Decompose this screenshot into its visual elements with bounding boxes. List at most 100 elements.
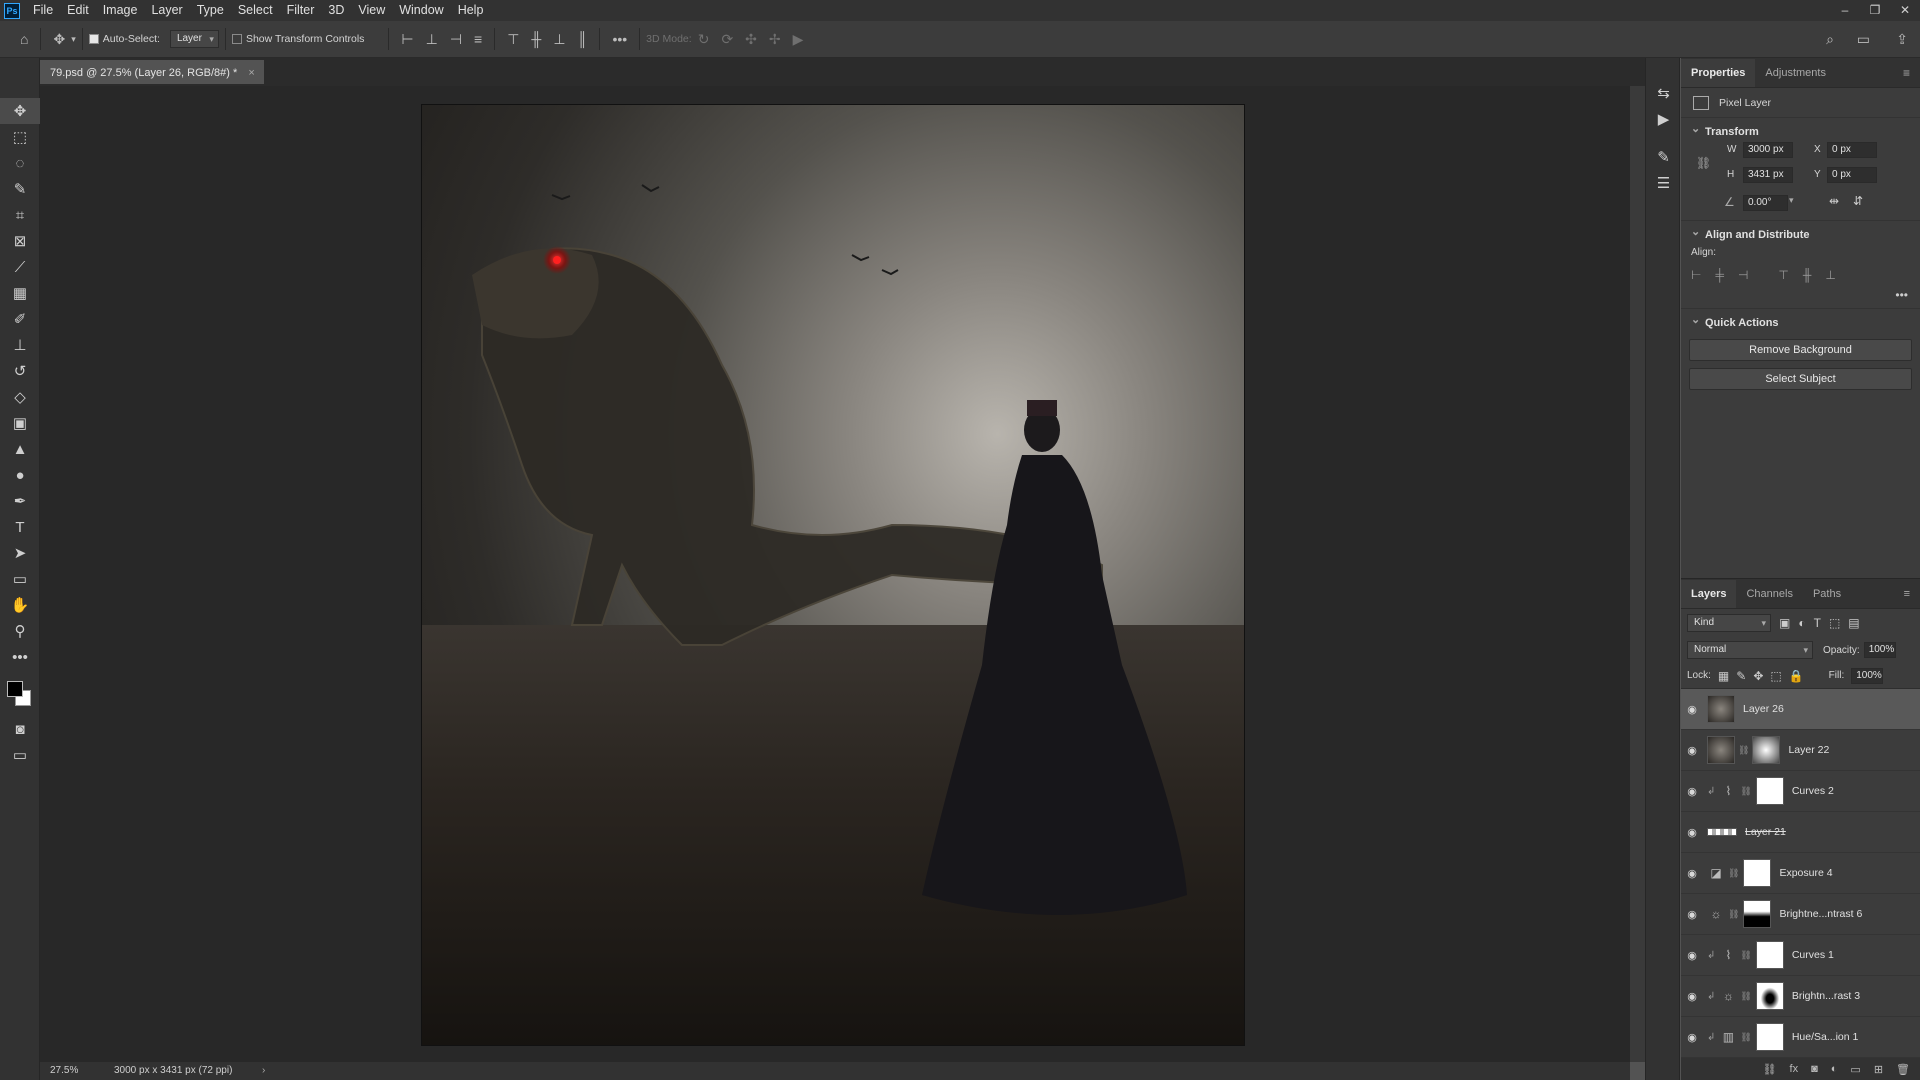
3d-camera-icon[interactable]: ▶ [793, 31, 804, 48]
canvas-vertical-scrollbar[interactable] [1630, 86, 1645, 1062]
marquee-tool-icon[interactable]: ⬚ [0, 124, 40, 150]
pen-tool-icon[interactable]: ✒ [0, 488, 40, 514]
align-middle-icon[interactable]: ╫ [531, 31, 541, 47]
stamp-tool-icon[interactable]: ⊥ [0, 332, 40, 358]
layer-name[interactable]: Layer 21 [1745, 826, 1786, 838]
zoom-level[interactable]: 27.5% [50, 1062, 78, 1080]
quick-mask-icon[interactable]: ◙ [0, 716, 40, 742]
tab-properties[interactable]: Properties [1681, 59, 1756, 87]
remove-background-button[interactable]: Remove Background [1689, 339, 1912, 361]
menu-select[interactable]: Select [231, 0, 280, 21]
new-group-icon[interactable]: ▭ [1850, 1063, 1860, 1076]
tab-paths[interactable]: Paths [1803, 580, 1851, 608]
menu-type[interactable]: Type [190, 0, 231, 21]
layer-mask-thumbnail[interactable] [1755, 1023, 1784, 1051]
dodge-tool-icon[interactable]: ● [0, 462, 40, 488]
opacity-field[interactable]: 100% [1863, 642, 1896, 658]
eyedropper-tool-icon[interactable]: ⟋ [0, 254, 40, 280]
layers-menu-icon[interactable]: ≡ [1894, 580, 1920, 608]
layer-mask-thumbnail[interactable] [1752, 736, 1781, 764]
visibility-eye-icon[interactable]: ◉ [1681, 785, 1703, 798]
eraser-tool-icon[interactable]: ◇ [0, 384, 40, 410]
layer-name[interactable]: Curves 1 [1792, 949, 1834, 961]
distribute-vertical-icon[interactable]: ║ [578, 31, 588, 47]
align-center-icon[interactable]: ⊥ [426, 31, 438, 48]
align-right-icon[interactable]: ⊣ [450, 31, 462, 48]
document-tab[interactable]: 79.psd @ 27.5% (Layer 26, RGB/8#) * × [40, 60, 264, 84]
mask-link-icon[interactable]: ⛓ [1740, 950, 1751, 961]
3d-orbit-icon[interactable]: ↻ [698, 31, 710, 48]
layer-row[interactable]: ◉ ☼ ⛓ Brightne...ntrast 6 [1681, 894, 1920, 935]
link-layers-icon[interactable]: ⛓ [1763, 1063, 1777, 1076]
layer-name[interactable]: Brightne...ntrast 6 [1779, 908, 1862, 920]
zoom-tool-icon[interactable]: ⚲ [0, 618, 40, 644]
move-tool-icon[interactable]: ✥ [0, 98, 40, 124]
blend-mode-dropdown[interactable]: Normal [1687, 641, 1813, 659]
minimize-icon[interactable]: – [1830, 0, 1860, 21]
layer-name[interactable]: Brightn...rast 3 [1792, 990, 1860, 1002]
menu-3d[interactable]: 3D [321, 0, 351, 21]
close-icon[interactable]: ✕ [1890, 0, 1920, 21]
layer-name[interactable]: Hue/Sa...ion 1 [1792, 1031, 1859, 1043]
transform-section-title[interactable]: Transform [1681, 119, 1920, 142]
filter-pixel-icon[interactable]: ▣ [1779, 616, 1790, 630]
search-icon[interactable]: ⌕ [1826, 31, 1834, 48]
quick-actions-title[interactable]: Quick Actions [1681, 310, 1920, 333]
healing-brush-icon[interactable]: ▦ [0, 280, 40, 306]
menu-layer[interactable]: Layer [144, 0, 189, 21]
width-field[interactable]: 3000 px [1743, 142, 1793, 158]
layer-mask-thumbnail[interactable] [1743, 900, 1772, 928]
lock-pixels-icon[interactable]: ✎ [1736, 669, 1746, 683]
layer-row[interactable]: ◉ Layer 21 [1681, 812, 1920, 853]
flip-horizontal-icon[interactable]: ⇹ [1829, 194, 1839, 208]
align-top-edges-icon[interactable]: ⊤ [1778, 268, 1788, 282]
layer-name[interactable]: Layer 26 [1743, 703, 1784, 715]
align-top-icon[interactable]: ⊤ [507, 31, 519, 48]
distribute-icon[interactable]: ≡ [474, 31, 482, 47]
gradient-tool-icon[interactable]: ▣ [0, 410, 40, 436]
restore-icon[interactable]: ❐ [1860, 0, 1890, 21]
align-left-edges-icon[interactable]: ⊢ [1691, 268, 1701, 282]
more-tools-icon[interactable]: ••• [0, 644, 40, 670]
tab-adjustments[interactable]: Adjustments [1755, 59, 1836, 87]
tab-layers[interactable]: Layers [1681, 580, 1737, 608]
lock-transparent-icon[interactable]: ▦ [1718, 669, 1729, 683]
fill-field[interactable]: 100% [1851, 667, 1884, 684]
layer-name[interactable]: Exposure 4 [1779, 867, 1832, 879]
align-left-icon[interactable]: ⊢ [401, 31, 413, 48]
lock-all-icon[interactable]: 🔒 [1789, 669, 1804, 683]
brush-tool-icon[interactable]: ✐ [0, 306, 40, 332]
shape-tool-icon[interactable]: ▭ [0, 566, 40, 592]
height-field[interactable]: 3431 px [1743, 167, 1793, 183]
type-tool-icon[interactable]: T [0, 514, 40, 540]
layer-mask-thumbnail[interactable] [1755, 982, 1784, 1010]
move-tool-icon[interactable]: ✥ [53, 31, 65, 48]
y-field[interactable]: 0 px [1827, 167, 1877, 183]
menu-edit[interactable]: Edit [60, 0, 96, 21]
flip-vertical-icon[interactable]: ⇵ [1853, 194, 1863, 208]
add-mask-icon[interactable]: ◙ [1811, 1063, 1818, 1075]
link-icon[interactable]: ⛓ [1696, 156, 1711, 170]
visibility-eye-icon[interactable]: ◉ [1681, 703, 1703, 716]
crop-tool-icon[interactable]: ⌗ [0, 202, 40, 228]
visibility-eye-icon[interactable]: ◉ [1681, 908, 1703, 921]
lock-artboard-icon[interactable]: ⬚ [1770, 669, 1781, 683]
filter-adjustment-icon[interactable]: ◐ [1798, 616, 1805, 630]
3d-slide-icon[interactable]: ✢ [769, 31, 781, 48]
layer-row[interactable]: ◉ ↲ ⌇ ⛓ Curves 1 [1681, 935, 1920, 976]
panel-menu-icon[interactable]: ≡ [1893, 59, 1920, 87]
filter-type-icon[interactable]: T [1814, 616, 1821, 630]
angle-field[interactable]: 0.00° [1743, 195, 1788, 211]
filter-smart-icon[interactable]: ▤ [1848, 616, 1859, 630]
layer-row[interactable]: ◉ Layer 26 [1681, 689, 1920, 730]
visibility-eye-icon[interactable]: ◉ [1681, 867, 1703, 880]
align-v-centers-icon[interactable]: ╫ [1803, 268, 1812, 282]
visibility-eye-icon[interactable]: ◉ [1681, 1031, 1703, 1044]
brush-settings-icon[interactable]: ✎ [1646, 144, 1681, 170]
mask-link-icon[interactable]: ⛓ [1740, 991, 1751, 1002]
filter-shape-icon[interactable]: ⬚ [1829, 616, 1840, 630]
chevron-right-icon[interactable]: › [262, 1062, 265, 1080]
layer-name[interactable]: Layer 22 [1788, 744, 1829, 756]
layer-mask-thumbnail[interactable] [1755, 941, 1784, 969]
auto-select-checkbox[interactable] [88, 34, 99, 44]
